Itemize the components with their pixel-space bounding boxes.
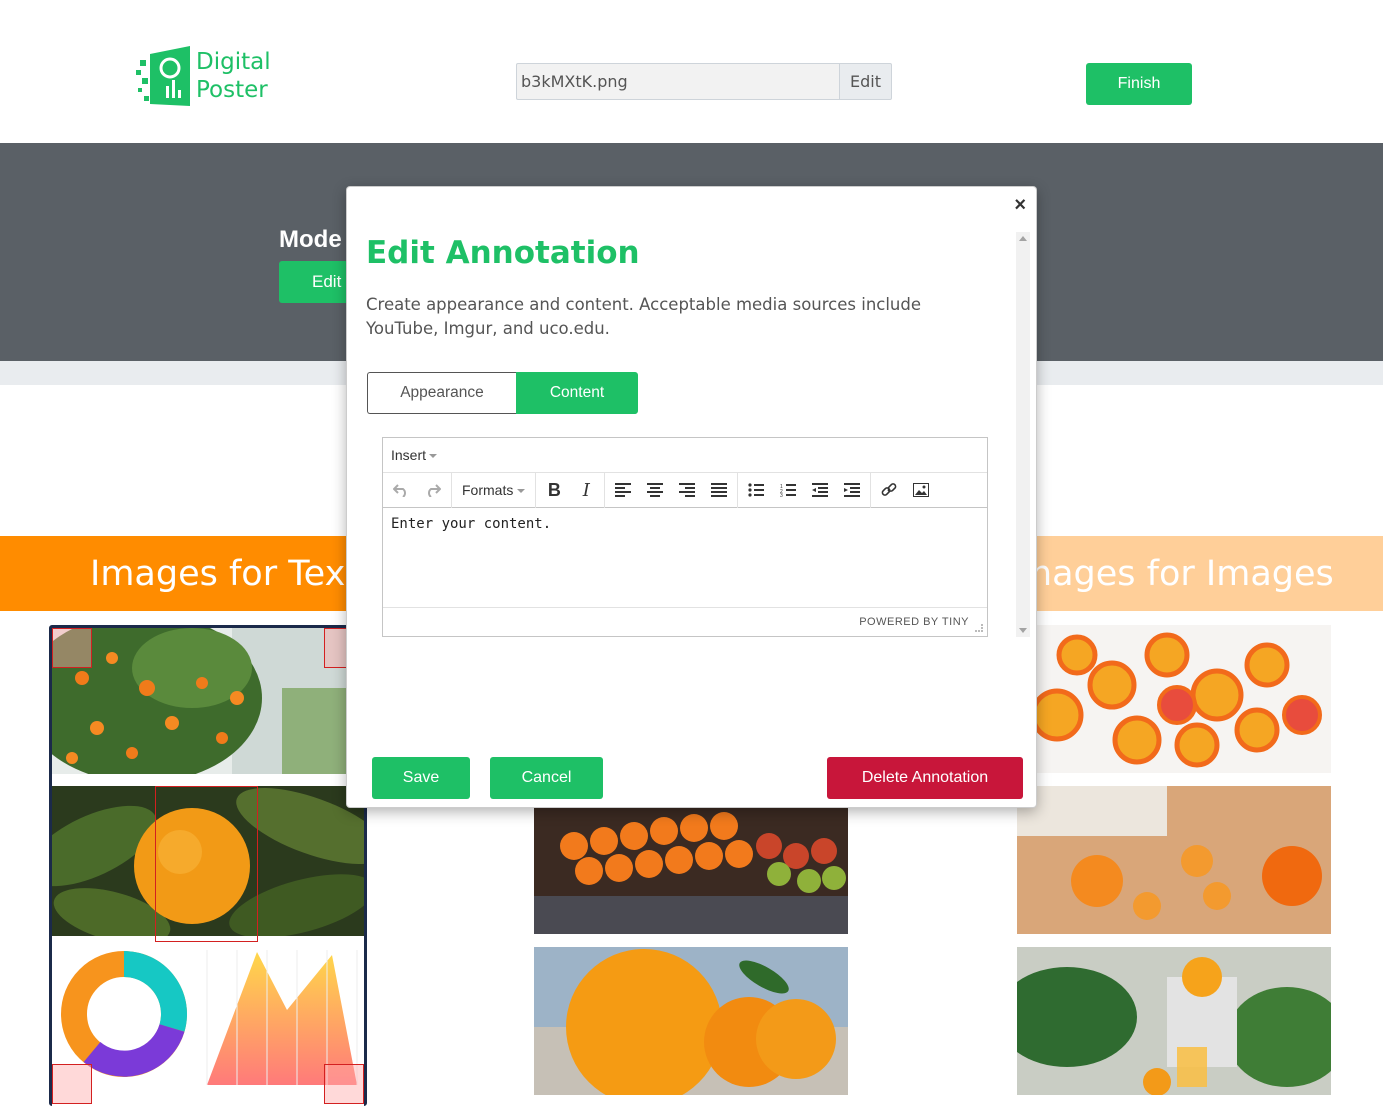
align-center-icon[interactable]: [639, 475, 671, 505]
file-name-input[interactable]: b3kMXtK.png: [516, 63, 839, 100]
insert-group: [871, 473, 939, 508]
formats-dropdown[interactable]: Formats: [454, 482, 533, 498]
top-header: Digital Poster b3kMXtK.png Edit Finish: [0, 0, 1383, 143]
orange-tree-photo: [52, 628, 364, 774]
mode-title: Mode: [279, 226, 342, 253]
history-group: [383, 472, 452, 508]
logo-mark-icon: [136, 46, 190, 106]
tab-appearance[interactable]: Appearance: [367, 372, 516, 414]
annotation-tabs: Appearance Content: [367, 372, 638, 414]
donut-area-chart-graphic: [52, 940, 364, 1106]
save-button[interactable]: Save: [372, 757, 470, 799]
resize-handle-icon[interactable]: [975, 624, 983, 632]
insert-menu-label: Insert: [391, 447, 427, 463]
dried-orange-slices-image[interactable]: [1017, 625, 1331, 773]
editor-content-area[interactable]: Enter your content.: [383, 508, 987, 608]
redo-icon[interactable]: [417, 475, 449, 505]
italic-icon[interactable]: I: [570, 475, 602, 505]
file-edit-button[interactable]: Edit: [839, 63, 892, 100]
numbered-list-icon[interactable]: 123: [772, 475, 804, 505]
selected-poster-image[interactable]: [49, 625, 367, 1106]
formats-group: Formats: [452, 472, 537, 508]
juicer-kitchen-image[interactable]: [1017, 947, 1331, 1095]
editor-toolbar: Formats B I 123: [383, 472, 987, 508]
align-left-icon[interactable]: [607, 475, 639, 505]
section-title-text: Images for Text: [90, 554, 360, 594]
app-page: Digital Poster b3kMXtK.png Edit Finish M…: [0, 0, 1383, 1108]
list-group: 123: [738, 472, 872, 508]
image-icon[interactable]: [905, 475, 937, 505]
delete-annotation-button[interactable]: Delete Annotation: [827, 757, 1023, 799]
logo-line-2: Poster: [196, 77, 268, 103]
link-icon[interactable]: [873, 475, 905, 505]
modal-title: Edit Annotation: [366, 235, 640, 271]
chevron-down-icon: [517, 489, 526, 494]
annotation-marker[interactable]: [155, 786, 258, 942]
close-icon[interactable]: ×: [1014, 195, 1026, 215]
cancel-button[interactable]: Cancel: [490, 757, 603, 799]
section-title-images: mages for Images: [1018, 554, 1334, 594]
oranges-closeup-image[interactable]: [534, 947, 848, 1095]
finish-button[interactable]: Finish: [1086, 63, 1192, 105]
rich-text-editor: Insert Formats B I 1 2 3 Enter your cont…: [382, 437, 988, 637]
chevron-down-icon: [429, 454, 438, 459]
svg-text:3: 3: [780, 493, 783, 497]
tab-content[interactable]: Content: [516, 372, 638, 414]
style-group: B I: [536, 472, 606, 508]
align-justify-icon[interactable]: [703, 475, 735, 505]
digital-poster-logo[interactable]: Digital Poster: [136, 46, 286, 108]
file-name-group: b3kMXtK.png Edit: [516, 63, 892, 100]
orange-tree-image: [52, 628, 364, 774]
bullet-list-icon[interactable]: [740, 475, 772, 505]
indent-icon[interactable]: [836, 475, 868, 505]
logo-line-1: Digital: [196, 49, 271, 75]
chart-graphic-image: [52, 940, 364, 1106]
editor-statusbar: POWERED BY TINY: [383, 608, 987, 636]
align-group: [605, 472, 739, 508]
fruit-market-photo: [534, 786, 848, 934]
section-header-images: mages for Images: [1000, 536, 1383, 611]
editor-menubar: Insert: [383, 438, 987, 473]
scroll-down-icon[interactable]: [1019, 628, 1027, 633]
modal-description: Create appearance and content. Acceptabl…: [366, 295, 922, 338]
tangerines-photo: [1017, 786, 1331, 934]
dried-orange-slices-photo: [1017, 625, 1331, 773]
juicer-kitchen-photo: [1017, 947, 1331, 1095]
undo-icon[interactable]: [385, 475, 417, 505]
annotation-marker[interactable]: [52, 628, 92, 668]
powered-by-label[interactable]: POWERED BY TINY: [859, 616, 969, 628]
oranges-closeup-photo: [534, 947, 848, 1095]
formats-label: Formats: [462, 482, 514, 498]
scroll-up-icon[interactable]: [1019, 236, 1027, 241]
annotation-marker[interactable]: [324, 1064, 364, 1104]
align-right-icon[interactable]: [671, 475, 703, 505]
bold-icon[interactable]: B: [538, 475, 570, 505]
outdent-icon[interactable]: [804, 475, 836, 505]
insert-menu[interactable]: Insert: [391, 447, 438, 463]
annotation-marker[interactable]: [52, 1064, 92, 1104]
tangerines-image[interactable]: [1017, 786, 1331, 934]
modal-scrollbar[interactable]: [1016, 232, 1030, 637]
fruit-market-image[interactable]: [534, 786, 848, 934]
edit-annotation-modal: × Edit Annotation Create appearance and …: [346, 186, 1037, 808]
